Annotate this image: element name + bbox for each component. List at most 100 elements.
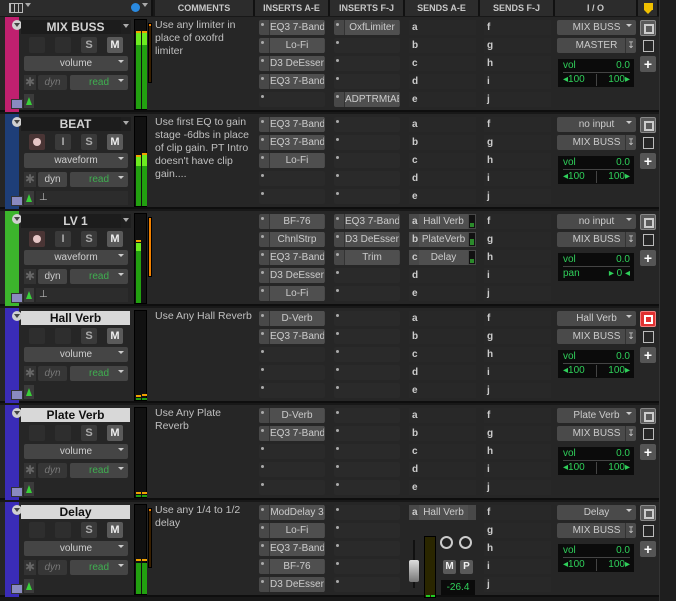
input-monitor-button[interactable]: I (55, 134, 71, 150)
pan-right[interactable]: 100▸ (608, 171, 630, 182)
track-color-bar[interactable] (5, 17, 23, 112)
insert-slot[interactable]: Lo-Fi (259, 38, 325, 53)
send-slot[interactable]: j (484, 577, 551, 592)
insert-slot[interactable] (334, 347, 400, 362)
send-slot[interactable]: f (484, 117, 551, 132)
automation-mode-select[interactable]: read (70, 75, 128, 90)
comment-icon[interactable] (640, 232, 656, 248)
send-slot[interactable]: j (484, 383, 551, 398)
insert-bypass-dot[interactable] (261, 120, 264, 123)
send-slot[interactable]: f (484, 505, 551, 520)
mute-button[interactable]: M (107, 328, 123, 344)
input-selector[interactable]: Plate Verb (557, 408, 636, 423)
insert-bypass-dot[interactable] (261, 156, 264, 159)
column-header-io[interactable]: I / O (555, 0, 638, 16)
automation-mode-select[interactable]: read (70, 172, 128, 187)
timebase-icon[interactable] (24, 191, 34, 205)
dyn-button[interactable]: dyn (38, 366, 67, 381)
dyn-button[interactable]: dyn (38, 560, 67, 575)
insert-slot[interactable] (334, 444, 400, 459)
insert-bypass-dot[interactable] (261, 411, 264, 414)
solo-button[interactable]: S (81, 328, 97, 344)
insert-plugin-name[interactable]: BF-76 (269, 214, 324, 229)
output-pin-icon[interactable]: ↧ (625, 135, 636, 150)
add-icon[interactable]: + (640, 153, 656, 169)
insert-slot[interactable] (259, 480, 325, 495)
send-slot[interactable]: i (484, 268, 551, 283)
output-window-icon[interactable] (640, 117, 656, 133)
insert-slot[interactable] (334, 383, 400, 398)
output-window-icon[interactable] (640, 408, 656, 424)
pan-right[interactable]: 100▸ (608, 559, 630, 570)
insert-bypass-dot[interactable] (261, 59, 264, 62)
add-icon[interactable]: + (640, 56, 656, 72)
insert-bypass-dot[interactable] (336, 526, 339, 529)
volume-pan-display[interactable]: vol 0.0 ◂100 100▸ (558, 544, 634, 572)
send-slot[interactable]: b (409, 38, 476, 53)
send-fader-handle[interactable] (409, 560, 419, 582)
send-slot[interactable]: h (484, 541, 551, 556)
insert-slot[interactable] (334, 117, 400, 132)
send-slot[interactable]: j (484, 189, 551, 204)
insert-slot[interactable] (259, 92, 325, 107)
automation-icon[interactable] (11, 390, 23, 400)
send-slot[interactable]: c Delay (409, 250, 476, 265)
insert-bypass-dot[interactable] (336, 23, 339, 26)
automation-icon[interactable] (11, 293, 23, 303)
insert-bypass-dot[interactable] (336, 580, 339, 583)
add-icon[interactable]: + (640, 541, 656, 557)
output-pin-icon[interactable]: ↧ (625, 38, 636, 53)
solo-button[interactable]: S (81, 522, 97, 538)
send-slot[interactable]: h (484, 347, 551, 362)
pan-right[interactable]: ▸ 0 ◂ (609, 268, 630, 279)
insert-slot[interactable] (259, 171, 325, 186)
insert-slot[interactable]: EQ3 7-Band (259, 541, 325, 556)
track-comment[interactable] (155, 213, 253, 303)
column-header-inserts-f-j[interactable]: INSERTS F-J (330, 0, 405, 16)
insert-slot[interactable] (259, 462, 325, 477)
send-slot[interactable]: e (409, 286, 476, 301)
insert-plugin-name[interactable]: D3 DeEsser (344, 232, 399, 247)
volume-pan-display[interactable]: vol 0.0 ◂100 100▸ (558, 447, 634, 475)
playlist-icon[interactable]: ⊥ (36, 288, 128, 302)
insert-bypass-dot[interactable] (261, 465, 264, 468)
insert-bypass-dot[interactable] (336, 174, 339, 177)
insert-plugin-name[interactable]: EQ3 7-Band (269, 329, 324, 344)
input-selector[interactable]: no input (557, 117, 636, 132)
insert-bypass-dot[interactable] (336, 429, 339, 432)
record-arm-button[interactable] (29, 134, 45, 150)
insert-slot[interactable] (334, 559, 400, 574)
send-slot[interactable]: c (409, 347, 476, 362)
insert-bypass-dot[interactable] (336, 368, 339, 371)
insert-bypass-dot[interactable] (261, 77, 264, 80)
insert-slot[interactable]: EQ3 7-Band (259, 329, 325, 344)
insert-bypass-dot[interactable] (336, 411, 339, 414)
insert-bypass-dot[interactable] (336, 41, 339, 44)
send-slot[interactable]: f (484, 20, 551, 35)
empty-button[interactable] (55, 425, 71, 441)
send-slot[interactable]: a (409, 408, 476, 423)
track-view-icon[interactable] (9, 3, 23, 13)
insert-bypass-dot[interactable] (261, 350, 264, 353)
dyn-button[interactable]: dyn (38, 269, 67, 284)
insert-bypass-dot[interactable] (336, 95, 339, 98)
send-slot[interactable]: a (409, 311, 476, 326)
track-name[interactable]: MIX BUSS (21, 20, 130, 34)
insert-slot[interactable] (334, 577, 400, 592)
track-comment[interactable]: Use Any Plate Reverb (155, 407, 253, 497)
insert-slot[interactable] (334, 365, 400, 380)
vol-value[interactable]: 0.0 (616, 157, 630, 168)
add-icon[interactable]: + (640, 444, 656, 460)
insert-slot[interactable] (334, 38, 400, 53)
insert-slot[interactable]: ADPTRMtAB (334, 92, 400, 107)
input-monitor-button[interactable]: I (55, 231, 71, 247)
automation-icon[interactable] (11, 487, 23, 497)
send-slot[interactable]: b PlateVerb (409, 232, 476, 247)
send-level-readout[interactable]: -26.4 (441, 580, 475, 595)
send-name[interactable]: Hall Verb (419, 505, 468, 520)
track-color-bar[interactable] (5, 308, 23, 403)
insert-bypass-dot[interactable] (336, 332, 339, 335)
insert-bypass-dot[interactable] (261, 508, 264, 511)
send-slot[interactable]: i (484, 171, 551, 186)
send-slot[interactable]: c (409, 56, 476, 71)
